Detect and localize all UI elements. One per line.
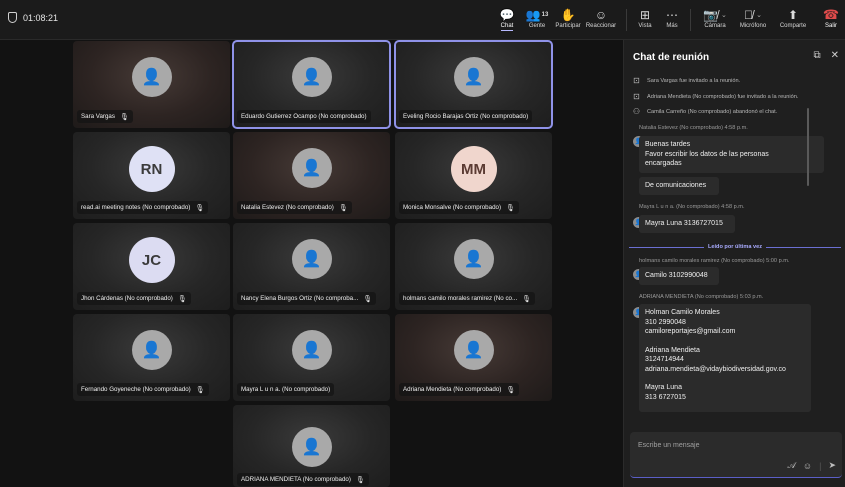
participant-tile[interactable]: 👤 Nancy Elena Burgos Ortiz (No comproba.… <box>233 223 390 310</box>
participant-tile[interactable]: 👤 holmans camilo morales ramirez (No co.… <box>395 223 552 310</box>
system-message: ⊡ Adriana Mendieta (No comprobado) fue in… <box>633 92 799 101</box>
view-button[interactable]: ⊞ Vista <box>634 6 656 36</box>
avatar: MM <box>450 146 497 192</box>
mic-off-icon: 🎙 <box>506 386 516 394</box>
timer-text: 01:08:21 <box>23 12 59 23</box>
last-read-marker: Leído por última vez <box>629 243 841 251</box>
chat-message[interactable]: Mayra Luna 3136727015 <box>639 215 735 233</box>
more-icon: ⋯ <box>666 7 678 22</box>
meeting-toolbar: 01:08:21 💬 Chat 👥 13 Gente ✋ Participar ☺… <box>0 0 845 40</box>
more-button[interactable]: ⋯ Más <box>662 6 682 36</box>
emoji-icon[interactable]: ☺ <box>803 461 812 471</box>
participant-tile[interactable]: 👤 Sara Vargas 🎙 <box>73 41 230 128</box>
meeting-timer: 01:08:21 <box>8 12 58 23</box>
leave-button[interactable]: ☎ Salir <box>819 6 843 36</box>
people-icon: 👥 13 <box>525 7 549 22</box>
mic-off-icon: 🎙 <box>363 295 373 303</box>
chat-icon: 💬 <box>499 7 515 22</box>
system-message: ⊡ Sara Vargas fue invitado a la reunión. <box>633 76 741 85</box>
camera-button[interactable]: 📷̸ ⌄ Cámara <box>697 6 733 36</box>
mic-off-icon: 🎙 <box>522 295 532 303</box>
camera-off-icon: 📷̸ ⌄ <box>703 7 727 22</box>
chat-message[interactable]: Buenas tardes Favor escribir los datos d… <box>639 136 824 173</box>
person-icon: 👤 <box>291 330 332 370</box>
shield-icon <box>8 12 17 23</box>
invite-icon: ⊡ <box>633 92 640 101</box>
message-composer[interactable]: Escribe un mensaje 𝒜 ☺ | ➤ <box>630 432 842 478</box>
person-icon: 👤 <box>291 239 332 279</box>
participant-tile[interactable]: 👤 Eveling Rocio Barajas Ortiz (No compro… <box>394 40 553 129</box>
message-meta: Natalia Estevez (No comprobado) 4:58 p.m… <box>639 125 748 131</box>
mic-off-icon: 🎙 <box>355 476 365 484</box>
mic-off-icon: 🎙 <box>338 204 348 212</box>
person-icon: 👤 <box>291 427 332 467</box>
participant-tile[interactable]: 👤 Mayra L u n a. (No comprobado) <box>233 314 390 401</box>
participant-tile[interactable]: JC Jhon Cárdenas (No comprobado) 🎙 <box>73 223 230 310</box>
mic-off-icon: 🎙 <box>195 204 205 212</box>
chat-message[interactable]: Camilo 3102990048 <box>639 267 719 285</box>
chat-scrollbar[interactable] <box>807 108 809 186</box>
participant-tile[interactable]: MM Monica Monsalve (No comprobado) 🎙 <box>395 132 552 219</box>
mic-off-icon: 🎙 <box>177 295 187 303</box>
system-message: ⚇ Camila Carreño (No comprobado) abandonó… <box>632 107 778 116</box>
video-gallery: 👤 Sara Vargas 🎙 👤 Eduardo Gutierrez Ocamp… <box>0 40 623 487</box>
smile-icon: ☺ <box>594 7 608 22</box>
mic-off-icon: 🎙 <box>195 386 205 394</box>
person-icon: 👤 <box>453 330 494 370</box>
chat-title: Chat de reunión <box>633 52 710 63</box>
chat-message[interactable]: Holman Camilo Morales 310 2990048 camilo… <box>639 304 811 412</box>
mic-off-icon: 🎙 <box>506 204 515 212</box>
person-icon: 👤 <box>453 239 494 279</box>
hand-icon: ✋ <box>560 7 576 22</box>
send-icon[interactable]: ➤ <box>828 460 836 471</box>
share-button[interactable]: ⬆ Comparte <box>776 6 810 36</box>
message-meta: ADRIANA MENDIETA (No comprobado) 5:03 p.… <box>639 294 764 300</box>
toolbar-divider <box>690 9 691 31</box>
participant-tile[interactable]: 👤 Eduardo Gutierrez Ocampo (No comprobad… <box>232 40 391 129</box>
raise-hand-button[interactable]: ✋ Participar <box>553 6 583 36</box>
people-button[interactable]: 👥 13 Gente <box>524 6 550 36</box>
message-meta: Mayra L u n a. (No comprobado) 4:58 p.m. <box>639 204 745 210</box>
participant-tile[interactable]: 👤 ADRIANA MENDIETA (No comprobado) 🎙 <box>233 405 390 487</box>
invite-icon: ⊡ <box>633 76 640 85</box>
person-icon: 👤 <box>131 57 172 97</box>
close-icon[interactable]: ✕ <box>831 50 839 61</box>
avatar: RN <box>128 146 175 192</box>
grid-icon: ⊞ <box>639 7 651 22</box>
popout-icon[interactable]: ⧉ <box>813 50 820 61</box>
hang-up-icon: ☎ <box>822 6 840 22</box>
react-button[interactable]: ☺ Reaccionar <box>584 6 618 36</box>
toolbar-divider <box>626 9 627 31</box>
participant-tile[interactable]: 👤 Natalia Estevez (No comprobado) 🎙 <box>233 132 390 219</box>
message-meta: holmans camilo morales ramirez (No compr… <box>639 258 790 264</box>
person-icon: 👤 <box>131 330 172 370</box>
format-icon[interactable]: 𝒜 <box>787 460 796 471</box>
meeting-chat-panel: Chat de reunión ⧉ ✕ ⊡ Sara Vargas fue inv… <box>623 40 845 487</box>
participant-tile[interactable]: RN read.ai meeting notes (No comprobado)… <box>73 132 230 219</box>
mic-off-icon: 🎙 <box>119 113 129 121</box>
chat-button[interactable]: 💬 Chat <box>496 6 518 36</box>
person-leave-icon: ⚇ <box>632 107 641 116</box>
avatar: JC <box>128 237 175 283</box>
mic-off-icon: 🎙̸ ⌄ <box>744 7 762 22</box>
person-icon: 👤 <box>291 57 332 97</box>
share-icon: ⬆ <box>787 7 799 22</box>
participant-tile[interactable]: 👤 Fernando Goyeneche (No comprobado) 🎙 <box>73 314 230 401</box>
participant-tile[interactable]: 👤 Adriana Mendieta (No comprobado) 🎙 <box>395 314 552 401</box>
composer-placeholder: Escribe un mensaje <box>638 442 700 449</box>
person-icon: 👤 <box>291 148 332 188</box>
person-icon: 👤 <box>453 57 494 97</box>
mic-button[interactable]: 🎙̸ ⌄ Micrófono <box>733 6 773 36</box>
chat-message[interactable]: De comunicaciones <box>639 177 719 195</box>
